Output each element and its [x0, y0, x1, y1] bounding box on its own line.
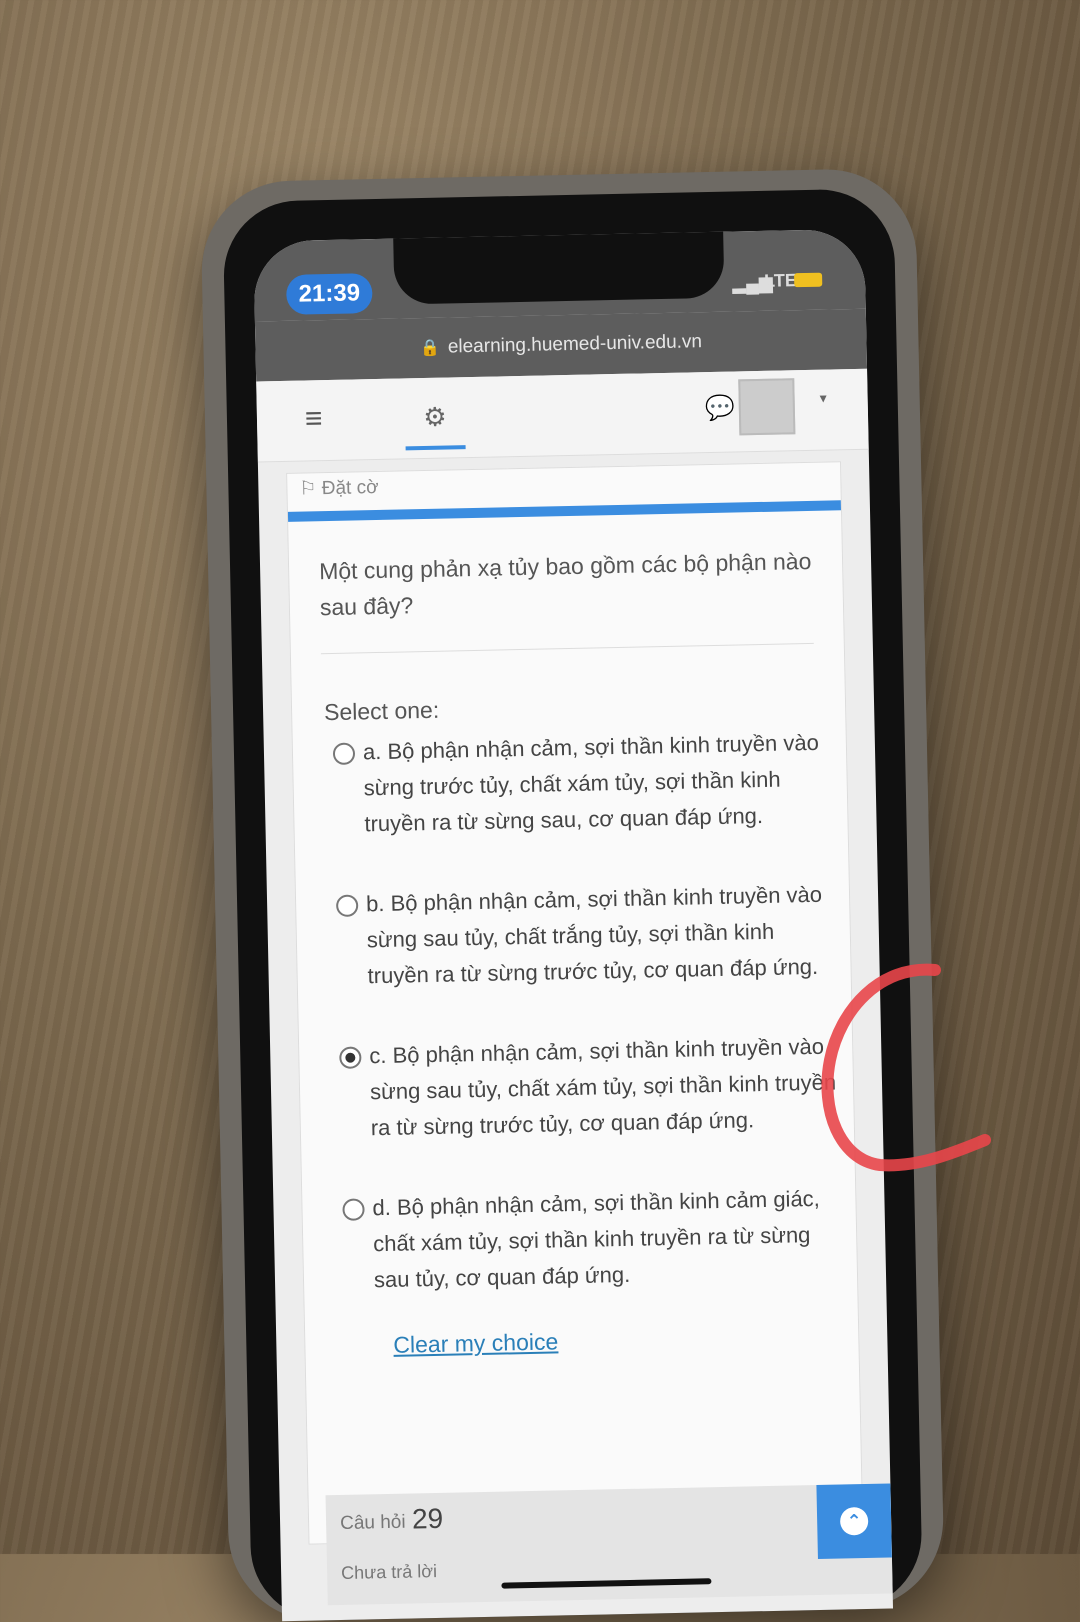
- question-status: Chưa trả lời: [340, 1560, 438, 1583]
- red-c-annotation: [821, 963, 991, 1172]
